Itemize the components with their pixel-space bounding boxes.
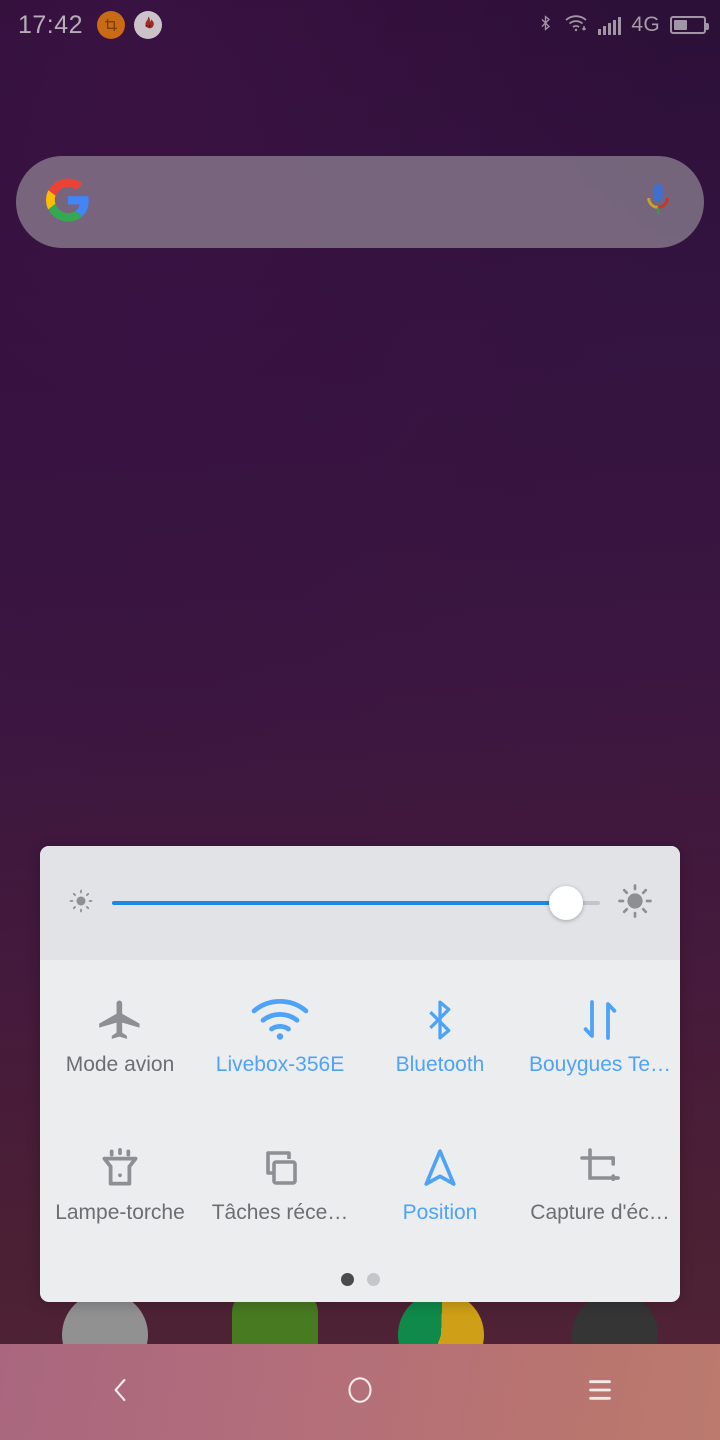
circle-icon xyxy=(345,1373,375,1412)
tile-label: Bouygues Te… xyxy=(528,1053,672,1076)
battery-icon xyxy=(670,16,709,34)
tile-label: Lampe-torche xyxy=(55,1201,185,1224)
battery-fill xyxy=(674,20,687,30)
tile-mobile-data[interactable]: Bouygues Te… xyxy=(520,960,680,1108)
wifi-icon xyxy=(564,13,588,38)
phone-screen: 17:42 4G Mode avion Livebox-356E Bluetoo… xyxy=(0,0,720,1440)
location-icon xyxy=(417,1139,463,1197)
tile-label: Livebox-356E xyxy=(215,1053,345,1076)
brightness-fill xyxy=(112,901,566,905)
chevron-left-icon xyxy=(105,1372,135,1413)
status-bar: 17:42 4G xyxy=(0,0,720,50)
home-button[interactable] xyxy=(240,1373,480,1412)
quick-settings-panel: Mode avion Livebox-356E Bluetooth Bouygu… xyxy=(40,846,680,1302)
screenshot-notification-icon xyxy=(97,11,126,39)
quick-settings-tiles: Mode avion Livebox-356E Bluetooth Bouygu… xyxy=(40,960,680,1256)
tile-label: Bluetooth xyxy=(395,1053,485,1076)
bluetooth-icon xyxy=(419,991,461,1049)
signal-icon xyxy=(598,16,622,35)
screenshot-icon xyxy=(576,1139,624,1197)
tile-recent-tasks[interactable]: Tâches réce… xyxy=(200,1108,360,1256)
notification-icons xyxy=(97,11,163,39)
tile-flashlight[interactable]: Lampe-torche xyxy=(40,1108,200,1256)
tile-location[interactable]: Position xyxy=(360,1108,520,1256)
tile-wifi[interactable]: Livebox-356E xyxy=(200,960,360,1108)
brightness-low-icon xyxy=(66,886,96,921)
flame-notification-icon xyxy=(134,11,163,39)
tile-airplane-mode[interactable]: Mode avion xyxy=(40,960,200,1108)
recent-tasks-icon xyxy=(256,1139,304,1197)
brightness-thumb[interactable] xyxy=(548,886,583,920)
back-button[interactable] xyxy=(0,1372,240,1413)
page-indicator xyxy=(40,1256,680,1302)
tile-screenshot[interactable]: Capture d'éc… xyxy=(520,1108,680,1256)
brightness-row xyxy=(40,846,680,960)
navigation-bar xyxy=(0,1344,720,1440)
brightness-high-icon xyxy=(616,882,654,925)
bluetooth-icon xyxy=(537,12,554,39)
google-g-logo xyxy=(46,177,90,227)
brightness-slider[interactable] xyxy=(112,883,600,923)
page-dot-inactive[interactable] xyxy=(366,1272,380,1286)
wifi-icon xyxy=(250,991,310,1049)
status-bar-right: 4G xyxy=(537,12,709,39)
tile-label: Position xyxy=(402,1201,478,1224)
tile-label: Mode avion xyxy=(65,1053,175,1076)
network-type-label: 4G xyxy=(631,13,660,36)
hamburger-icon xyxy=(585,1377,615,1408)
page-dot-active[interactable] xyxy=(340,1272,354,1286)
search-input[interactable] xyxy=(90,186,642,218)
google-search-bar[interactable] xyxy=(16,156,704,248)
airplane-icon xyxy=(94,991,146,1049)
mobile-data-icon xyxy=(576,991,624,1049)
microphone-icon[interactable] xyxy=(642,181,674,224)
tile-bluetooth[interactable]: Bluetooth xyxy=(360,960,520,1108)
recents-button[interactable] xyxy=(480,1377,720,1408)
flashlight-icon xyxy=(95,1139,145,1197)
tile-label: Tâches réce… xyxy=(211,1201,349,1224)
tile-label: Capture d'éc… xyxy=(530,1201,670,1224)
status-clock: 17:42 xyxy=(18,10,84,39)
